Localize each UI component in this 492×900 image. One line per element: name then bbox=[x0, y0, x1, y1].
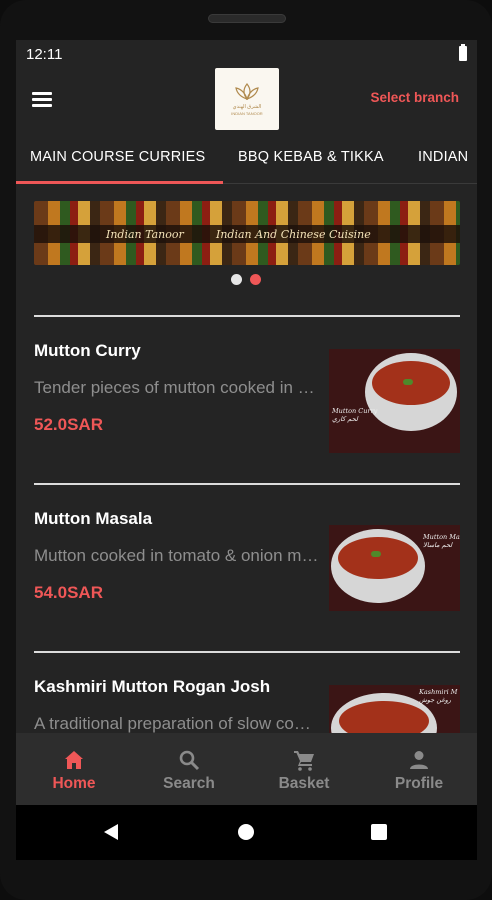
item-price: 52.0SAR bbox=[34, 415, 103, 434]
image-caption: Mutton Masala لحم ماسالا bbox=[423, 533, 460, 549]
item-description: A traditional preparation of slow cooked… bbox=[34, 714, 320, 733]
active-tab-indicator bbox=[16, 181, 223, 184]
lotus-icon bbox=[235, 83, 259, 100]
item-name: Kashmiri Mutton Rogan Josh bbox=[34, 677, 271, 696]
app-screen: 12:11 الشرق الهندي INDIAN TANOOR Select … bbox=[16, 40, 477, 860]
battery-icon bbox=[459, 44, 467, 61]
menu-divider bbox=[34, 651, 460, 653]
category-tabs: MAIN COURSE CURRIES BBQ KEBAB & TIKKA IN… bbox=[16, 140, 477, 186]
nav-profile[interactable]: Profile bbox=[361, 733, 477, 805]
back-icon[interactable] bbox=[104, 824, 118, 840]
home-icon bbox=[65, 751, 83, 769]
pagination-dot-1[interactable] bbox=[231, 274, 242, 285]
status-bar: 12:11 bbox=[16, 40, 477, 68]
item-image: Mutton Curry لحم كاري bbox=[329, 349, 460, 453]
pagination-dot-2[interactable] bbox=[250, 274, 261, 285]
tab-indian[interactable]: INDIAN bbox=[418, 149, 468, 165]
item-image: Mutton Masala لحم ماسالا bbox=[329, 525, 460, 611]
nav-home[interactable]: Home bbox=[16, 733, 132, 805]
item-price: 54.0SAR bbox=[34, 583, 103, 602]
logo-arabic-text: الشرق الهندي bbox=[232, 104, 262, 110]
nav-label: Basket bbox=[278, 775, 330, 792]
image-caption: Kashmiri M روغن جوش bbox=[419, 688, 458, 704]
nav-label: Profile bbox=[394, 775, 444, 792]
nav-basket[interactable]: Basket bbox=[246, 733, 362, 805]
menu-item-mutton-curry[interactable]: Mutton Curry Tender pieces of mutton coo… bbox=[16, 341, 477, 481]
cart-icon bbox=[294, 751, 314, 771]
item-description: Mutton cooked in tomato & onion masala bbox=[34, 546, 320, 565]
garnish-graphic bbox=[403, 379, 413, 385]
system-navigation-bar bbox=[16, 805, 477, 860]
device-frame: 12:11 الشرق الهندي INDIAN TANOOR Select … bbox=[0, 0, 492, 900]
item-name: Mutton Curry bbox=[34, 341, 141, 360]
logo-english-text: INDIAN TANOOR bbox=[231, 111, 263, 116]
menu-divider bbox=[34, 315, 460, 317]
app-bar: الشرق الهندي INDIAN TANOOR Select branch bbox=[16, 68, 477, 130]
nav-label: Search bbox=[163, 775, 215, 792]
tab-main-course-curries[interactable]: MAIN COURSE CURRIES bbox=[30, 149, 205, 165]
status-time: 12:11 bbox=[26, 46, 63, 63]
image-caption: Mutton Curry لحم كاري bbox=[332, 407, 378, 423]
promo-banner[interactable]: Indian Tanoor Indian And Chinese Cuisine bbox=[34, 201, 460, 265]
banner-title: Indian Tanoor bbox=[106, 228, 184, 241]
banner-pagination bbox=[16, 274, 477, 286]
recents-icon[interactable] bbox=[371, 824, 387, 840]
tab-bbq-kebab-tikka[interactable]: BBQ KEBAB & TIKKA bbox=[238, 149, 384, 165]
menu-item-mutton-masala[interactable]: Mutton Masala Mutton cooked in tomato & … bbox=[16, 509, 477, 649]
device-speaker bbox=[208, 14, 286, 23]
menu-divider bbox=[34, 483, 460, 485]
nav-label: Home bbox=[52, 775, 96, 792]
restaurant-logo: الشرق الهندي INDIAN TANOOR bbox=[215, 68, 279, 130]
item-name: Mutton Masala bbox=[34, 509, 153, 528]
nav-search[interactable]: Search bbox=[131, 733, 247, 805]
menu-icon[interactable] bbox=[32, 92, 52, 107]
person-icon bbox=[410, 751, 428, 769]
banner-subtitle: Indian And Chinese Cuisine bbox=[216, 228, 371, 241]
select-branch-button[interactable]: Select branch bbox=[370, 90, 459, 105]
curry-graphic bbox=[338, 537, 418, 579]
item-description: Tender pieces of mutton cooked in a rich… bbox=[34, 378, 320, 397]
search-icon bbox=[179, 750, 200, 771]
bottom-navigation: Home Search Basket Profile bbox=[16, 733, 477, 805]
garnish-graphic bbox=[371, 551, 381, 557]
system-home-icon[interactable] bbox=[238, 824, 254, 840]
